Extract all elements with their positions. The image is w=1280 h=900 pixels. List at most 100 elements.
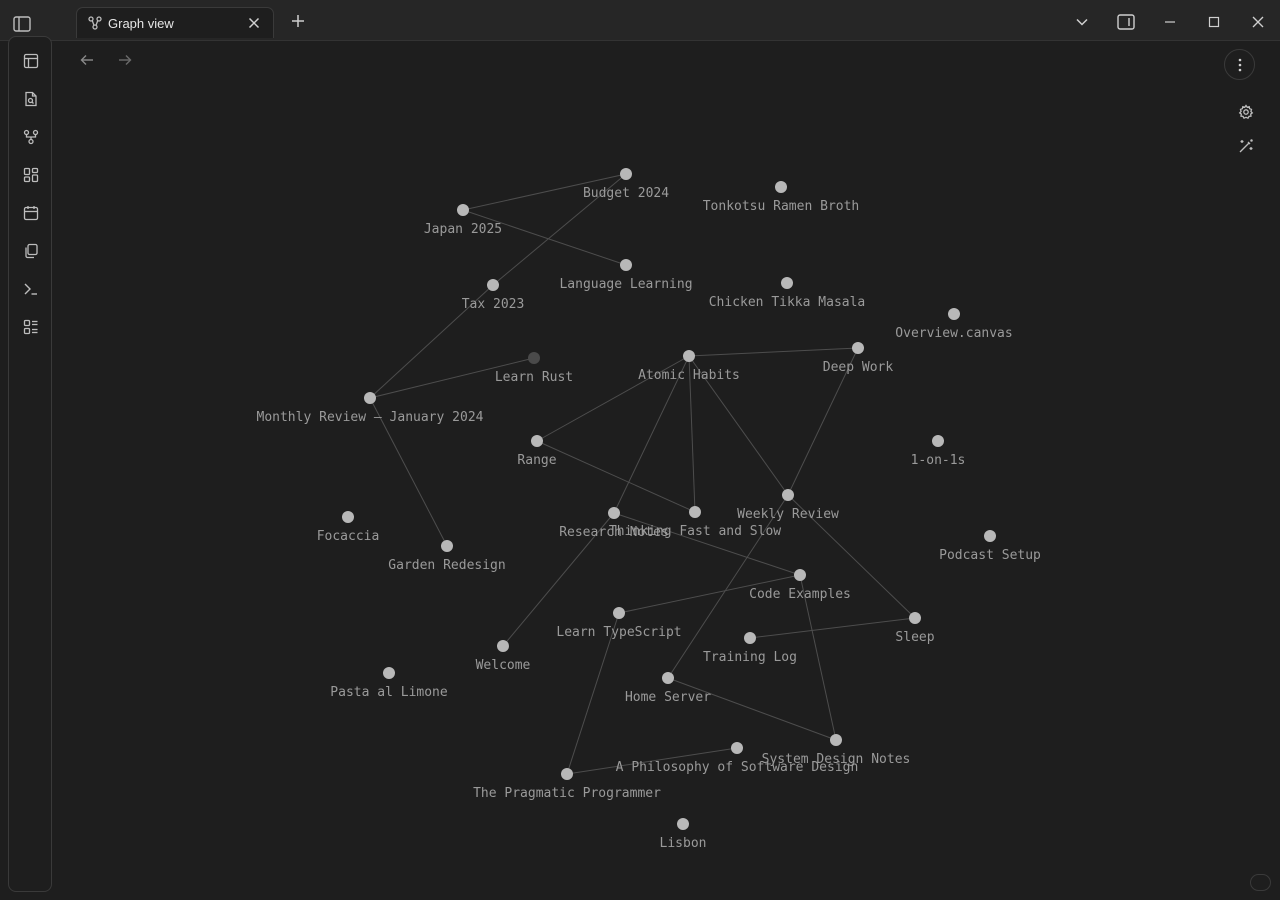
- canvas-icon[interactable]: [20, 164, 42, 186]
- graph-canvas[interactable]: Budget 2024 Tonkotsu Ramen Broth Japan 202…: [0, 0, 1280, 900]
- graph-node-code-examples[interactable]: Code Examples: [749, 569, 851, 602]
- graph-link-range-thinking-fast: [536, 440, 696, 513]
- graph-node-pasta-limone[interactable]: Pasta al Limone: [330, 667, 448, 700]
- graph-node-learn-typescript[interactable]: Learn TypeScript: [556, 607, 682, 640]
- graph-node-one-on-ones[interactable]: 1-on-1s: [911, 435, 966, 468]
- graph-node-dot[interactable]: [731, 742, 743, 754]
- graph-node-label: A Philosophy of Software Design: [616, 760, 859, 775]
- graph-node-dot[interactable]: [620, 259, 632, 271]
- graph-node-label: Tonkotsu Ramen Broth: [703, 199, 860, 214]
- graph-node-dot[interactable]: [909, 612, 921, 624]
- graph-node-dot[interactable]: [608, 507, 620, 519]
- graph-node-dot[interactable]: [528, 352, 540, 364]
- search-files-icon[interactable]: [20, 88, 42, 110]
- graph-node-label: 1-on-1s: [911, 453, 966, 468]
- graph-node-japan-2025[interactable]: Japan 2025: [424, 204, 502, 237]
- graph-node-weekly-review[interactable]: Weekly Review: [737, 489, 839, 522]
- graph-node-label: Lisbon: [660, 836, 707, 851]
- graph-node-dot[interactable]: [620, 168, 632, 180]
- graph-node-dot[interactable]: [497, 640, 509, 652]
- graph-node-dot[interactable]: [662, 672, 674, 684]
- graph-node-label: Focaccia: [317, 529, 380, 544]
- graph-node-label: Tax 2023: [462, 297, 525, 312]
- graph-link-atomic-habits-deep-work: [688, 347, 859, 357]
- graph-node-label: Training Log: [703, 650, 797, 665]
- graph-link-home-server-system-design: [667, 677, 837, 741]
- back-arrow-icon[interactable]: [77, 50, 97, 70]
- graph-nodes: Budget 2024 Tonkotsu Ramen Broth Japan 202…: [257, 168, 1041, 851]
- graph-node-label: Sleep: [895, 630, 934, 645]
- graph-node-label: Range: [517, 453, 556, 468]
- graph-node-budget-2024[interactable]: Budget 2024: [583, 168, 669, 201]
- forward-arrow-icon[interactable]: [115, 50, 135, 70]
- graph-node-label: Deep Work: [823, 360, 894, 375]
- graph-node-label: Code Examples: [749, 587, 851, 602]
- graph-node-tax-2023[interactable]: Tax 2023: [462, 279, 525, 312]
- graph-node-label: Overview.canvas: [895, 326, 1012, 341]
- graph-node-overview-canvas[interactable]: Overview.canvas: [895, 308, 1013, 341]
- graph-node-label: Learn Rust: [495, 370, 573, 385]
- graph-link-research-notes-code-examples: [613, 512, 801, 576]
- status-bar-toggle[interactable]: [1250, 874, 1271, 891]
- graph-node-dot[interactable]: [744, 632, 756, 644]
- graph-node-dot[interactable]: [677, 818, 689, 830]
- graph-node-label: Monthly Review — January 2024: [257, 410, 484, 425]
- graph-node-label: Weekly Review: [737, 507, 839, 522]
- graph-node-dot[interactable]: [441, 540, 453, 552]
- graph-node-learn-rust[interactable]: Learn Rust: [495, 352, 573, 385]
- command-palette-icon[interactable]: [20, 278, 42, 300]
- graph-node-dot[interactable]: [364, 392, 376, 404]
- templates-icon[interactable]: [20, 240, 42, 262]
- graph-node-lisbon[interactable]: Lisbon: [660, 818, 707, 851]
- animate-magic-wand-icon[interactable]: [1236, 136, 1256, 156]
- graph-node-welcome[interactable]: Welcome: [476, 640, 531, 673]
- graph-node-label: Home Server: [625, 690, 711, 705]
- bases-icon[interactable]: [20, 316, 42, 338]
- graph-settings-gear-icon[interactable]: [1236, 102, 1256, 122]
- graph-node-dot[interactable]: [932, 435, 944, 447]
- graph-node-podcast-setup[interactable]: Podcast Setup: [939, 530, 1041, 563]
- graph-node-dot[interactable]: [830, 734, 842, 746]
- graph-node-chicken-tikka[interactable]: Chicken Tikka Masala: [709, 277, 866, 310]
- graph-node-dot[interactable]: [781, 277, 793, 289]
- graph-node-language-learning[interactable]: Language Learning: [559, 259, 693, 292]
- graph-node-dot[interactable]: [487, 279, 499, 291]
- graph-node-label: Budget 2024: [583, 186, 669, 201]
- graph-link-japan-2025-language-learning: [462, 209, 627, 266]
- graph-node-dot[interactable]: [683, 350, 695, 362]
- graph-node-dot[interactable]: [613, 607, 625, 619]
- graph-node-label: The Pragmatic Programmer: [473, 786, 661, 801]
- graph-node-dot[interactable]: [531, 435, 543, 447]
- graph-node-dot[interactable]: [383, 667, 395, 679]
- graph-node-label: Pasta al Limone: [330, 685, 448, 700]
- graph-node-dot[interactable]: [561, 768, 573, 780]
- graph-node-monthly-review[interactable]: Monthly Review — January 2024: [257, 392, 484, 425]
- graph-node-dot[interactable]: [852, 342, 864, 354]
- graph-node-sleep[interactable]: Sleep: [895, 612, 935, 645]
- graph-node-tonkotsu[interactable]: Tonkotsu Ramen Broth: [703, 181, 860, 214]
- graph-node-home-server[interactable]: Home Server: [625, 672, 711, 705]
- graph-node-label: Garden Redesign: [388, 558, 505, 573]
- graph-node-training-log[interactable]: Training Log: [703, 632, 797, 665]
- graph-node-dot[interactable]: [342, 511, 354, 523]
- open-quick-switcher-icon[interactable]: [20, 50, 42, 72]
- graph-node-garden-redesign[interactable]: Garden Redesign: [388, 540, 506, 573]
- graph-node-dot[interactable]: [775, 181, 787, 193]
- graph-node-label: Chicken Tikka Masala: [709, 295, 866, 310]
- graph-links: [369, 173, 916, 775]
- graph-node-dot[interactable]: [794, 569, 806, 581]
- daily-note-icon[interactable]: [20, 202, 42, 224]
- graph-node-dot[interactable]: [984, 530, 996, 542]
- more-options-icon[interactable]: [1224, 49, 1255, 80]
- graph-node-range[interactable]: Range: [517, 435, 557, 468]
- graph-node-label: Thinking Fast and Slow: [609, 524, 781, 539]
- graph-view-icon[interactable]: [20, 126, 42, 148]
- graph-node-dot[interactable]: [457, 204, 469, 216]
- graph-node-focaccia[interactable]: Focaccia: [317, 511, 380, 544]
- graph-node-dot[interactable]: [689, 506, 701, 518]
- graph-node-label: Atomic Habits: [638, 368, 740, 383]
- graph-node-dot[interactable]: [782, 489, 794, 501]
- graph-link-training-log-sleep: [749, 617, 916, 639]
- graph-node-dot[interactable]: [948, 308, 960, 320]
- graph-node-deep-work[interactable]: Deep Work: [823, 342, 894, 375]
